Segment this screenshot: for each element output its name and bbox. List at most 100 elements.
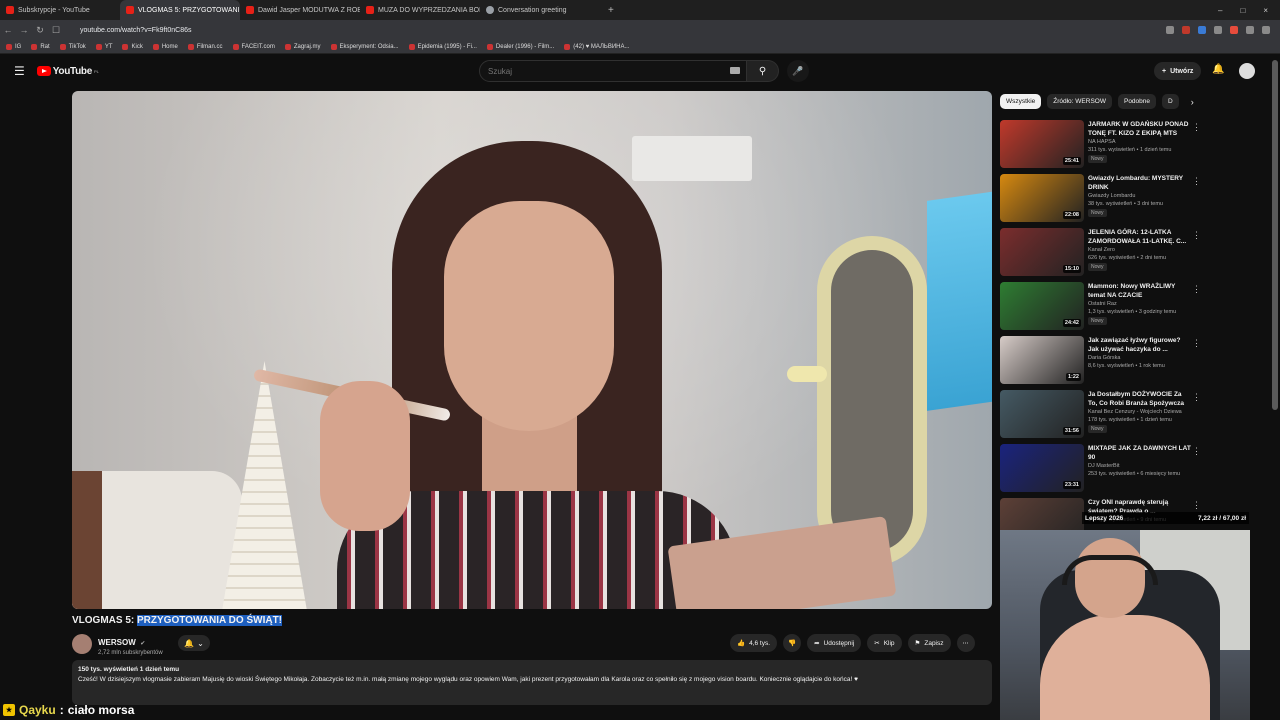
forward-icon[interactable]: → bbox=[16, 25, 32, 35]
video-player[interactable] bbox=[72, 91, 992, 609]
related-video-channel[interactable]: DJ MasterBit bbox=[1088, 462, 1192, 470]
related-video-thumbnail[interactable]: 24:42 bbox=[1000, 282, 1084, 330]
views-and-date: 150 tys. wyświetleń 1 dzień temu bbox=[78, 666, 180, 673]
filter-chip[interactable]: Źródło: WERSOW bbox=[1047, 94, 1112, 109]
bookmark-item[interactable]: Rat bbox=[31, 43, 50, 50]
search-button[interactable]: ⚲ bbox=[747, 60, 779, 82]
url-text[interactable]: youtube.com/watch?v=Fk9ft0nC86s bbox=[80, 27, 191, 34]
extension-icon[interactable] bbox=[1198, 26, 1206, 34]
notifications-bell-icon[interactable]: 🔔 bbox=[1212, 64, 1224, 75]
related-video-thumbnail[interactable]: 22:08 bbox=[1000, 174, 1084, 222]
dislike-button[interactable]: 👎 bbox=[783, 634, 802, 652]
save-button[interactable]: ⚑ Zapisz bbox=[907, 634, 951, 652]
browser-tab[interactable]: Conversation greeting bbox=[480, 0, 600, 20]
more-vertical-icon[interactable]: ⋮ bbox=[1192, 122, 1201, 133]
related-video-title[interactable]: JELENIA GÓRA: 12-LATKA ZAMORDOWAŁA 11-LA… bbox=[1088, 228, 1192, 246]
related-video-thumbnail[interactable]: 1:22 bbox=[1000, 336, 1084, 384]
filter-chip[interactable]: Wszystkie bbox=[1000, 94, 1042, 109]
bookmark-item[interactable]: TikTok bbox=[59, 43, 86, 50]
bookmark-item[interactable]: Kick bbox=[122, 43, 143, 50]
filter-chip[interactable]: Podobne bbox=[1117, 94, 1157, 109]
filter-chip[interactable]: D bbox=[1162, 94, 1179, 109]
subscription-bell-button[interactable]: 🔔 ⌄ bbox=[178, 635, 210, 651]
channel-name[interactable]: WERSOW bbox=[98, 638, 136, 647]
bookmark-favicon-icon bbox=[59, 43, 66, 50]
more-vertical-icon[interactable]: ⋮ bbox=[1192, 446, 1201, 457]
related-video-item[interactable]: 1:22 Jak zawiązać łyżwy figurowe? Jak uży… bbox=[1000, 336, 1205, 386]
page-scrollbar[interactable] bbox=[1272, 60, 1278, 410]
bookmark-item[interactable]: (42) ♥ МАЛЬВИНА... bbox=[564, 43, 630, 50]
reload-icon[interactable]: ↻ bbox=[32, 25, 48, 36]
bookmark-item[interactable]: Home bbox=[152, 43, 178, 50]
related-video-title[interactable]: Ja Dostałbym DOŻYWOCIE Za To, Co Robi Br… bbox=[1088, 390, 1192, 408]
browser-tab[interactable]: Subskrypcje - YouTube bbox=[0, 0, 120, 20]
related-video-item[interactable]: 15:10 JELENIA GÓRA: 12-LATKA ZAMORDOWAŁA … bbox=[1000, 228, 1205, 278]
bookmark-page-icon[interactable]: ☐ bbox=[48, 25, 64, 36]
youtube-logo[interactable]: YouTube PL bbox=[36, 66, 99, 77]
more-vertical-icon[interactable]: ⋮ bbox=[1192, 230, 1201, 241]
extension-icon[interactable] bbox=[1230, 26, 1238, 34]
related-video-channel[interactable]: Kanał Bez Cenzury - Wojciech Dziewa bbox=[1088, 408, 1192, 416]
related-video-title[interactable]: Mammon: Nowy WRAŻLIWY temat NA CZACIE bbox=[1088, 282, 1192, 300]
channel-avatar[interactable] bbox=[72, 634, 92, 654]
bookmark-item[interactable]: Filman.cc bbox=[187, 43, 223, 50]
bookmark-item[interactable]: Epidemia (1995) - Fi... bbox=[408, 43, 477, 50]
extension-icon[interactable] bbox=[1182, 26, 1190, 34]
like-button[interactable]: 👍 4,6 tys. bbox=[730, 634, 778, 652]
related-video-thumbnail[interactable]: 23:31 bbox=[1000, 444, 1084, 492]
account-avatar[interactable] bbox=[1239, 63, 1255, 79]
extension-icon[interactable] bbox=[1166, 26, 1174, 34]
video-description[interactable]: 150 tys. wyświetleń 1 dzień temu Cześć! … bbox=[72, 660, 992, 705]
bookmark-item[interactable]: Zagraj.my bbox=[284, 43, 321, 50]
related-video-channel[interactable]: Ostatni Raz bbox=[1088, 300, 1192, 308]
related-video-thumbnail[interactable]: 25:41 bbox=[1000, 120, 1084, 168]
related-video-channel[interactable]: Kanał Zero bbox=[1088, 246, 1192, 254]
keyboard-icon[interactable] bbox=[730, 67, 740, 74]
related-video-item[interactable]: 31:56 Ja Dostałbym DOŻYWOCIE Za To, Co Ro… bbox=[1000, 390, 1205, 440]
related-video-item[interactable]: 22:08 Gwiazdy Lombardu: MYSTERY DRINK Gwia… bbox=[1000, 174, 1205, 224]
related-video-thumbnail[interactable]: 31:56 bbox=[1000, 390, 1084, 438]
search-input[interactable] bbox=[479, 60, 747, 82]
new-tab-icon[interactable]: + bbox=[600, 5, 622, 16]
browser-tab[interactable]: VLOGMAS 5: PRZYGOTOWANI× bbox=[120, 0, 240, 20]
close-window-icon[interactable]: × bbox=[1263, 6, 1268, 15]
related-video-item[interactable]: 25:41 JARMARK W GDAŃSKU PONAD TONĘ FT. KI… bbox=[1000, 120, 1205, 170]
related-video-title[interactable]: Jak zawiązać łyżwy figurowe? Jak używać … bbox=[1088, 336, 1192, 354]
more-vertical-icon[interactable]: ⋮ bbox=[1192, 284, 1201, 295]
chevron-right-icon[interactable]: › bbox=[1191, 97, 1194, 107]
menu-icon[interactable] bbox=[1262, 26, 1270, 34]
bookmark-item[interactable]: YT bbox=[95, 43, 112, 50]
related-video-channel[interactable]: Daria Górska bbox=[1088, 354, 1192, 362]
related-video-title[interactable]: MIXTAPE JAK ZA DAWNYCH LAT 90 bbox=[1088, 444, 1192, 462]
back-icon[interactable]: ← bbox=[0, 25, 16, 35]
related-video-title[interactable]: JARMARK W GDAŃSKU PONAD TONĘ FT. KIZO Z … bbox=[1088, 120, 1192, 138]
hamburger-menu-icon[interactable]: ☰ bbox=[14, 64, 25, 78]
voice-search-mic-icon[interactable]: 🎤 bbox=[787, 60, 809, 82]
extension-icon[interactable] bbox=[1214, 26, 1222, 34]
more-vertical-icon[interactable]: ⋮ bbox=[1192, 176, 1201, 187]
create-button[interactable]: + Utwórz bbox=[1154, 62, 1202, 80]
related-video-item[interactable]: 23:31 MIXTAPE JAK ZA DAWNYCH LAT 90 DJ Mas… bbox=[1000, 444, 1205, 494]
related-video-title[interactable]: Gwiazdy Lombardu: MYSTERY DRINK bbox=[1088, 174, 1192, 192]
share-button[interactable]: ➦ Udostępnij bbox=[807, 634, 862, 652]
more-vertical-icon[interactable]: ⋮ bbox=[1192, 500, 1201, 511]
browser-tab[interactable]: MUZA DO WYPRZEDZANIA BOEING bbox=[360, 0, 480, 20]
maximize-icon[interactable]: □ bbox=[1240, 6, 1245, 15]
more-actions-button[interactable]: ⋯ bbox=[956, 634, 975, 652]
tab-favicon-icon bbox=[6, 6, 14, 14]
bookmark-item[interactable]: FACEIT.com bbox=[232, 43, 275, 50]
related-video-item[interactable]: 24:42 Mammon: Nowy WRAŻLIWY temat NA CZAC… bbox=[1000, 282, 1205, 332]
bookmark-item[interactable]: Dealer (1996) - Film... bbox=[486, 43, 554, 50]
browser-tab[interactable]: Dawid Jasper MODUTWA Z ROBALI bbox=[240, 0, 360, 20]
minimize-icon[interactable]: – bbox=[1218, 6, 1222, 15]
download-icon[interactable] bbox=[1246, 26, 1254, 34]
related-video-channel[interactable]: Gwiazdy Lombardu bbox=[1088, 192, 1192, 200]
bookmark-item[interactable]: IG bbox=[6, 43, 21, 50]
more-vertical-icon[interactable]: ⋮ bbox=[1192, 392, 1201, 403]
bookmark-item[interactable]: Eksperyment: Odsia... bbox=[330, 43, 399, 50]
clip-button[interactable]: ✂ Klip bbox=[867, 634, 902, 652]
chat-badge-icon: ★ bbox=[3, 704, 15, 716]
more-vertical-icon[interactable]: ⋮ bbox=[1192, 338, 1201, 349]
related-video-channel[interactable]: NA HAPSA bbox=[1088, 138, 1192, 146]
related-video-thumbnail[interactable]: 15:10 bbox=[1000, 228, 1084, 276]
